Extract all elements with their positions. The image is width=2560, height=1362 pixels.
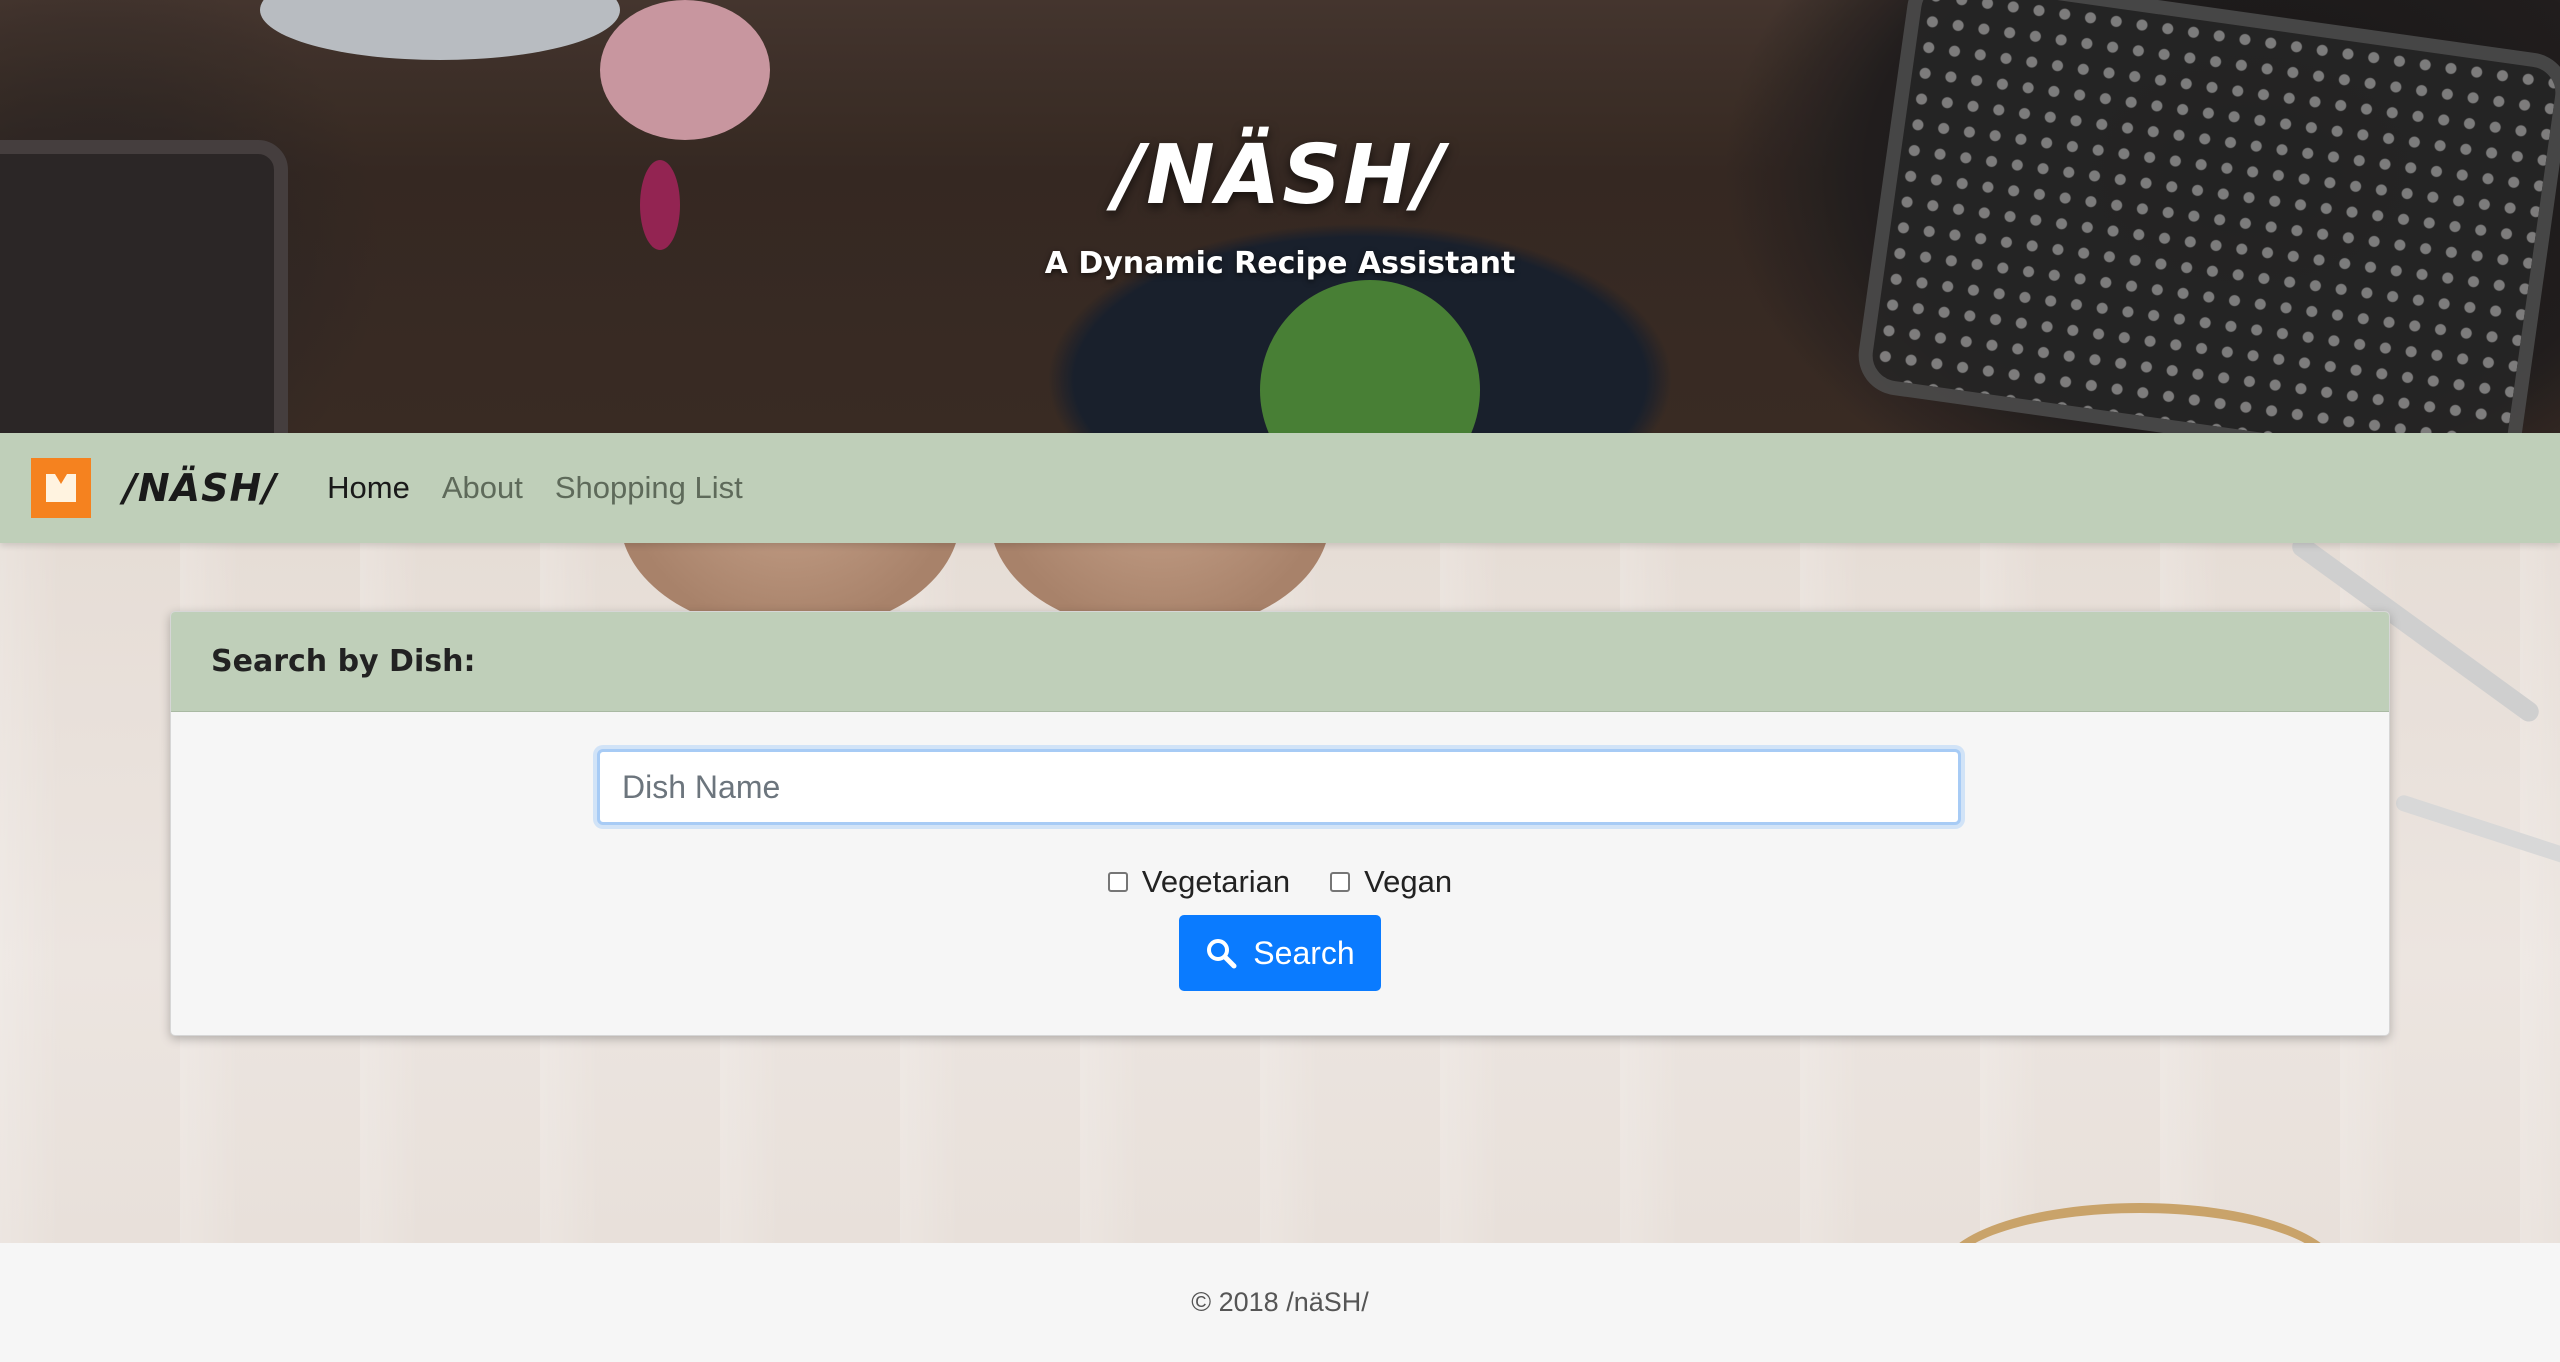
fork-image — [2393, 793, 2560, 889]
nav-link-shopping-list[interactable]: Shopping List — [555, 470, 743, 506]
diet-options: Vegetarian Vegan — [171, 864, 2389, 900]
search-button-label: Search — [1253, 934, 1355, 971]
vegan-checkbox[interactable] — [1330, 872, 1351, 892]
navbar: /NÄSH/ Home About Shopping List — [0, 433, 2560, 543]
search-card: Search by Dish: Vegetarian Vegan Search — [170, 611, 2390, 1036]
vegan-option[interactable]: Vegan — [1330, 864, 1452, 900]
book-icon — [46, 474, 76, 502]
dish-name-input[interactable] — [597, 749, 1961, 825]
vegetarian-label: Vegetarian — [1141, 864, 1291, 899]
vegetarian-checkbox[interactable] — [1107, 872, 1128, 892]
hero-title: /NÄSH/ — [1114, 128, 1446, 223]
vegan-label: Vegan — [1364, 864, 1453, 899]
footer: © 2018 /näSH/ — [0, 1243, 2560, 1362]
footer-copyright: © 2018 /näSH/ — [1191, 1287, 1369, 1317]
nav-link-about[interactable]: About — [442, 470, 523, 506]
hero-subtitle: A Dynamic Recipe Assistant — [1044, 246, 1516, 281]
vegetarian-option[interactable]: Vegetarian — [1107, 864, 1291, 900]
search-icon — [1207, 939, 1237, 969]
nav-link-home[interactable]: Home — [327, 470, 410, 506]
bowl-image — [1940, 1203, 2340, 1243]
brand-name[interactable]: /NÄSH/ — [123, 466, 277, 510]
hero-banner: /NÄSH/ A Dynamic Recipe Assistant — [0, 0, 2560, 433]
nav-links: Home About Shopping List — [327, 470, 775, 506]
search-card-header: Search by Dish: — [171, 612, 2389, 712]
brand-logo-icon[interactable] — [31, 458, 91, 518]
search-button[interactable]: Search — [1179, 915, 1381, 991]
